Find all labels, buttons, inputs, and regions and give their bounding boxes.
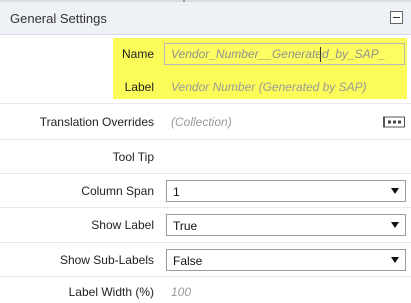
tool-tip-label: Tool Tip	[112, 149, 154, 164]
panel-header[interactable]: General Settings	[0, 2, 411, 35]
show-sub-labels-selected: False	[173, 253, 203, 268]
column-span-select[interactable]: 1	[166, 179, 406, 202]
property-row-translation-overrides: Translation Overrides (Collection)	[0, 104, 411, 140]
chevron-down-icon	[391, 222, 399, 228]
chevron-down-icon	[391, 256, 399, 263]
column-span-label: Column Span	[81, 183, 154, 198]
column-span-selected: 1	[173, 184, 180, 199]
property-row-show-label: Show Label True	[0, 208, 411, 243]
show-label-select[interactable]: True	[166, 214, 406, 236]
show-sub-labels-select[interactable]: False	[166, 248, 406, 271]
property-row-tool-tip[interactable]: Tool Tip	[0, 140, 411, 174]
name-input[interactable]: Vendor_Number__Generated_by_SAP_	[164, 43, 405, 65]
show-sub-labels-label: Show Sub-Labels	[59, 252, 154, 267]
label-label: Label	[124, 80, 154, 94]
property-row-column-span: Column Span 1	[0, 174, 411, 208]
property-row-label[interactable]: Label Vendor Number (Generated by SAP)	[0, 71, 411, 104]
label-width-value[interactable]: 100	[171, 285, 191, 299]
property-row-label-width: Label Width (%) 100	[0, 277, 411, 303]
translation-overrides-value: (Collection)	[171, 114, 232, 129]
name-input-value: Vendor_Number__Generated_by_SAP_	[171, 47, 386, 61]
label-width-label: Label Width (%)	[68, 285, 154, 299]
text-caret	[320, 47, 321, 62]
show-label-selected: True	[173, 219, 198, 233]
translation-overrides-label: Translation Overrides	[39, 114, 154, 129]
name-label: Name	[121, 46, 154, 61]
collapse-icon[interactable]	[390, 11, 403, 24]
chevron-down-icon	[391, 187, 399, 194]
label-value[interactable]: Vendor Number (Generated by SAP)	[171, 80, 367, 94]
ellipsis-icon[interactable]	[383, 116, 405, 127]
panel-title: General Settings	[10, 11, 107, 26]
property-row-show-sub-labels: Show Sub-Labels False	[0, 243, 411, 277]
show-label-label: Show Label	[91, 218, 154, 232]
